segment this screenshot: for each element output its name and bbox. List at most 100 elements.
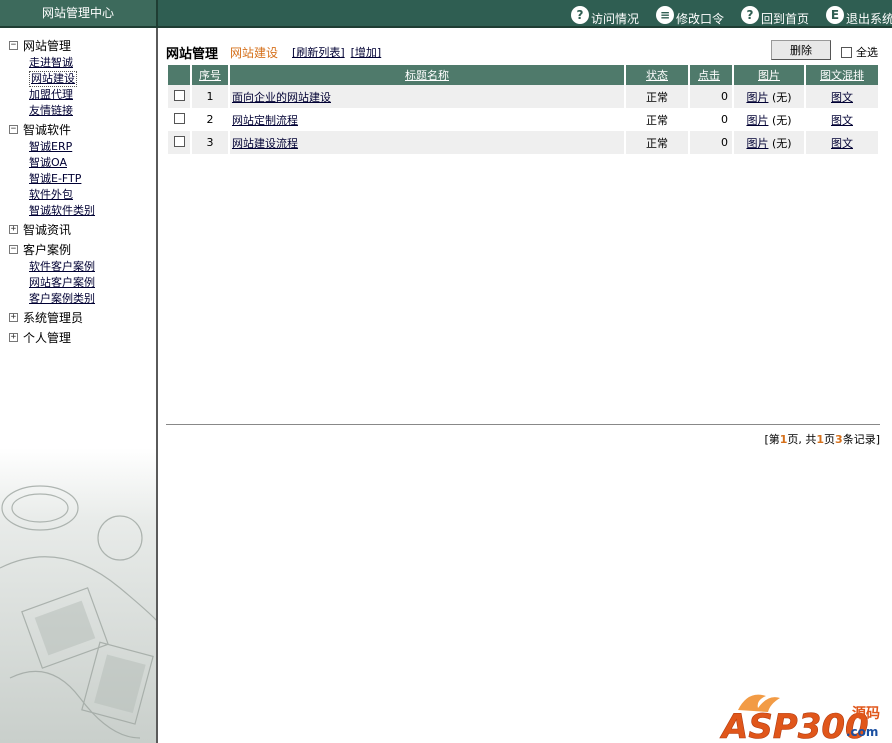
- menu-group-head[interactable]: − 智诚软件: [9, 119, 156, 139]
- home-link[interactable]: ? 回到首页: [741, 2, 809, 27]
- row-clicks: 0: [690, 108, 732, 131]
- expand-icon[interactable]: +: [9, 312, 18, 322]
- row-title-link[interactable]: 面向企业的网站建设: [232, 91, 331, 104]
- tree-menu: − 网站管理 走进智诚 网站建设 加盟代理 友情链接 − 智诚软件 智诚ERP …: [0, 35, 156, 347]
- select-all[interactable]: 全选: [841, 44, 878, 60]
- row-image-link[interactable]: 图片: [746, 91, 768, 104]
- menu-group-admins: + 系统管理员: [0, 307, 156, 327]
- row-checkbox[interactable]: [173, 112, 185, 124]
- visit-stats-link[interactable]: ? 访问情况: [571, 2, 639, 27]
- col-mixed[interactable]: 图文混排: [806, 65, 878, 85]
- logo-domain: .com: [846, 725, 878, 739]
- row-title-link[interactable]: 网站定制流程: [232, 114, 298, 127]
- sidebar-item-software-cases[interactable]: 软件客户案例: [29, 259, 156, 275]
- change-password-link[interactable]: ≡ 修改口令: [656, 2, 724, 27]
- select-all-label: 全选: [856, 46, 878, 59]
- main-content: 网站管理 网站建设 [刷新列表] [增加] 删除 全选 序号 标题名称 状态 点…: [160, 28, 892, 743]
- sidebar-item-erp[interactable]: 智诚ERP: [29, 139, 156, 155]
- exit-icon: E: [826, 5, 844, 24]
- sidebar-item-software-category[interactable]: 智诚软件类别: [29, 203, 156, 219]
- menu-group-personal: + 个人管理: [0, 327, 156, 347]
- sidebar-item-case-category[interactable]: 客户案例类别: [29, 291, 156, 307]
- refresh-list-link[interactable]: [刷新列表]: [292, 44, 345, 60]
- table-row: 2 网站定制流程 正常 0 图片 (无) 图文: [168, 108, 878, 131]
- table-header-row: 序号 标题名称 状态 点击 图片 图文混排: [168, 65, 878, 85]
- collapse-icon[interactable]: −: [9, 124, 18, 134]
- page-title: 网站管理: [166, 46, 219, 62]
- stamps-background-art: [0, 448, 156, 743]
- pager-mid2: 页: [824, 433, 836, 446]
- expand-icon[interactable]: +: [9, 224, 18, 234]
- sidebar-item-web-build[interactable]: 网站建设: [29, 71, 77, 87]
- menu-group-head[interactable]: + 个人管理: [9, 327, 156, 347]
- articles-table: 序号 标题名称 状态 点击 图片 图文混排 1 面向企业的网站建设 正常 0 图…: [166, 65, 880, 154]
- sidebar-item-eftp[interactable]: 智诚E-FTP: [29, 171, 156, 187]
- expand-icon[interactable]: +: [9, 332, 18, 342]
- row-image-link[interactable]: 图片: [746, 114, 768, 127]
- row-title-cell: 网站建设流程: [230, 131, 624, 154]
- col-image[interactable]: 图片: [734, 65, 804, 85]
- row-checkbox-cell: [168, 108, 190, 131]
- col-clicks[interactable]: 点击: [690, 65, 732, 85]
- add-link[interactable]: [增加]: [351, 44, 382, 60]
- table-row: 3 网站建设流程 正常 0 图片 (无) 图文: [168, 131, 878, 154]
- row-checkbox[interactable]: [173, 89, 185, 101]
- logout-link[interactable]: E 退出系统: [826, 2, 892, 27]
- col-checkbox: [168, 65, 190, 85]
- row-title-link[interactable]: 网站建设流程: [232, 137, 298, 150]
- sidebar-item-join[interactable]: 加盟代理: [29, 87, 156, 103]
- row-number: 1: [192, 85, 228, 108]
- row-status: 正常: [626, 85, 688, 108]
- visit-stats-label: 访问情况: [591, 12, 640, 26]
- col-number[interactable]: 序号: [192, 65, 228, 85]
- pager-mid1: 页, 共: [787, 433, 817, 446]
- pager-prefix: [第: [764, 433, 780, 446]
- select-all-checkbox[interactable]: [841, 46, 852, 58]
- logout-label: 退出系统: [846, 12, 892, 26]
- sidebar-item-links[interactable]: 友情链接: [29, 103, 156, 119]
- row-clicks: 0: [690, 131, 732, 154]
- row-mix-cell: 图文: [806, 85, 878, 108]
- menu-group-head[interactable]: + 智诚资讯: [9, 219, 156, 239]
- row-status: 正常: [626, 131, 688, 154]
- sidebar-item-about[interactable]: 走进智诚: [29, 55, 156, 71]
- sidebar-item-outsourcing[interactable]: 软件外包: [29, 187, 156, 203]
- pager-total-pages: 1: [816, 433, 825, 446]
- row-status: 正常: [626, 108, 688, 131]
- collapse-icon[interactable]: −: [9, 244, 18, 254]
- menu-group-label: 智诚软件: [23, 122, 72, 137]
- row-mix-cell: 图文: [806, 108, 878, 131]
- document-icon: ≡: [656, 5, 674, 24]
- top-bar: 网站管理中心 ? 访问情况 ≡ 修改口令 ? 回到首页 E 退出系统: [0, 0, 892, 28]
- home-label: 回到首页: [761, 12, 810, 26]
- change-password-label: 修改口令: [676, 12, 725, 26]
- collapse-icon[interactable]: −: [9, 40, 18, 50]
- menu-group-label: 客户案例: [23, 242, 72, 257]
- menu-group-head[interactable]: − 客户案例: [9, 239, 156, 259]
- row-image-cell: 图片 (无): [734, 85, 804, 108]
- row-checkbox[interactable]: [173, 135, 185, 147]
- key-icon: ?: [741, 5, 759, 24]
- row-image-cell: 图片 (无): [734, 108, 804, 131]
- sidebar-item-website-cases[interactable]: 网站客户案例: [29, 275, 156, 291]
- row-title-cell: 面向企业的网站建设: [230, 85, 624, 108]
- brand-title: 网站管理中心: [0, 0, 158, 28]
- delete-button[interactable]: 删除: [771, 40, 831, 60]
- menu-group-head[interactable]: − 网站管理: [9, 35, 156, 55]
- row-clicks: 0: [690, 85, 732, 108]
- row-number: 2: [192, 108, 228, 131]
- menu-group-head[interactable]: + 系统管理员: [9, 307, 156, 327]
- row-mix-link[interactable]: 图文: [831, 91, 853, 104]
- sidebar: − 网站管理 走进智诚 网站建设 加盟代理 友情链接 − 智诚软件 智诚ERP …: [0, 28, 158, 743]
- row-mix-link[interactable]: 图文: [831, 137, 853, 150]
- col-title[interactable]: 标题名称: [230, 65, 624, 85]
- row-image-state: (无): [771, 136, 792, 150]
- row-image-link[interactable]: 图片: [746, 137, 768, 150]
- logo-suffix: 源码: [852, 705, 880, 722]
- col-status[interactable]: 状态: [626, 65, 688, 85]
- row-mix-cell: 图文: [806, 131, 878, 154]
- row-mix-link[interactable]: 图文: [831, 114, 853, 127]
- sidebar-item-oa[interactable]: 智诚OA: [29, 155, 156, 171]
- row-checkbox-cell: [168, 85, 190, 108]
- asp300-watermark-logo: ASP300 源码 .com: [719, 694, 880, 743]
